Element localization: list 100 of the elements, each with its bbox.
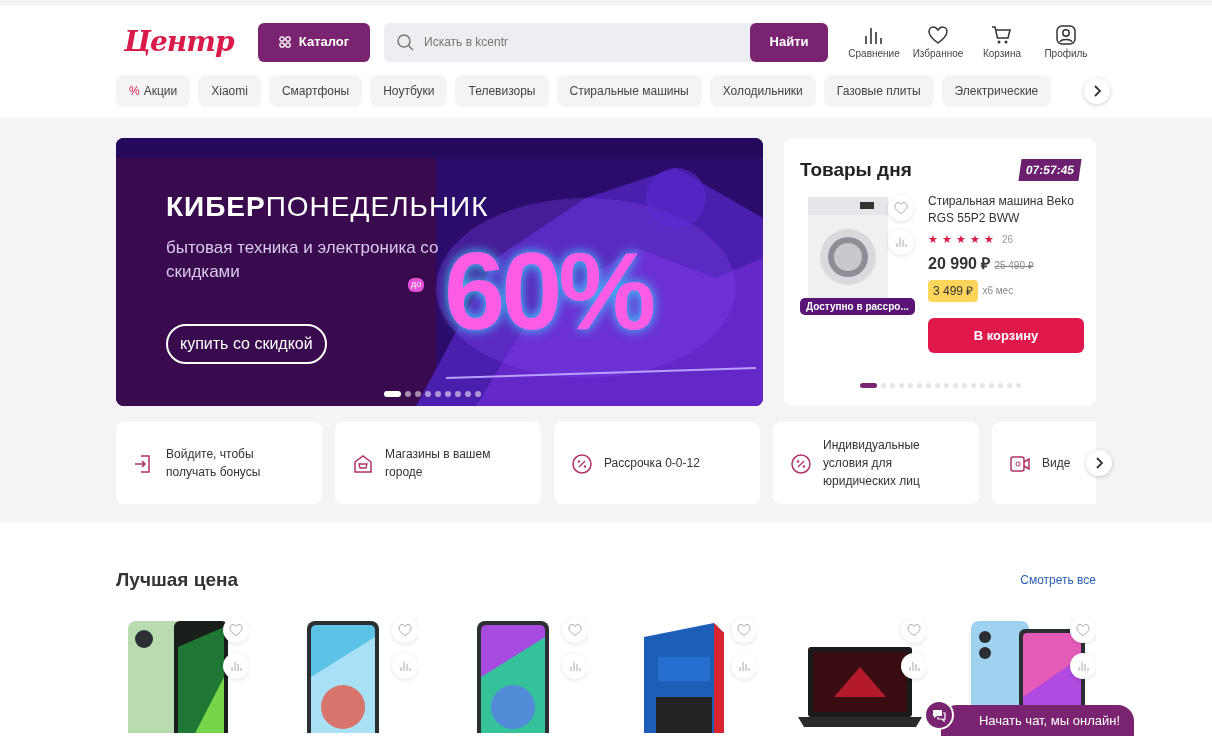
slider-dot[interactable] xyxy=(435,391,441,397)
compare-icon xyxy=(895,235,907,248)
search-button[interactable]: Найти xyxy=(750,22,828,62)
chat-button[interactable]: Начать чат, мы онлайн! xyxy=(941,704,1134,736)
category-chip[interactable]: % Акции xyxy=(116,75,191,107)
slider-dot[interactable] xyxy=(898,382,904,388)
price: 20 990 ₽ xyxy=(928,253,991,274)
header-action[interactable]: Корзина xyxy=(972,23,1032,61)
slider-dot[interactable] xyxy=(997,382,1003,388)
compare-icon xyxy=(738,659,751,672)
compare-button[interactable] xyxy=(223,652,249,679)
feature-text: Войдите, чтобы получать бонусы xyxy=(166,446,262,481)
slider-dot[interactable] xyxy=(405,391,411,397)
add-to-cart-button[interactable]: В корзину xyxy=(928,317,1084,353)
discount-prefix: до xyxy=(408,278,425,292)
slider-dot[interactable] xyxy=(445,391,451,397)
category-chip[interactable]: Xiaomi xyxy=(198,75,261,107)
grid-icon xyxy=(278,36,291,48)
installment-term: x6 мес xyxy=(982,284,1014,299)
slider-dot[interactable] xyxy=(880,382,886,388)
catalog-button[interactable]: Каталог xyxy=(258,22,370,62)
category-chip[interactable]: Ноутбуки xyxy=(370,75,448,107)
compare-icon xyxy=(568,659,581,672)
slider-dot[interactable] xyxy=(970,382,976,388)
compare-icon xyxy=(1076,659,1089,672)
compare-icon xyxy=(230,659,242,672)
profile-icon xyxy=(1055,23,1077,46)
slider-dot[interactable] xyxy=(415,391,421,397)
feature-card[interactable]: Рассрочка 0-0-12 xyxy=(554,422,760,504)
slider-dot[interactable] xyxy=(1006,382,1012,388)
star-icon: ★ xyxy=(970,231,980,248)
feature-text: Виде xyxy=(1042,455,1071,472)
see-all-link[interactable]: Смотреть все xyxy=(1020,571,1096,590)
next-button[interactable] xyxy=(1086,450,1112,476)
slider-dot[interactable] xyxy=(425,391,431,397)
feature-card[interactable]: Магазины в вашем городе xyxy=(335,422,541,504)
review-count: 26 xyxy=(1002,233,1014,248)
search-field[interactable]: Искать в kcentr Найти xyxy=(384,22,828,62)
feature-card[interactable]: Войдите, чтобы получать бонусы xyxy=(116,422,322,504)
installment-price: 3 499 ₽ xyxy=(928,279,979,302)
banner-title: КИБЕРПОНЕДЕЛЬНИК xyxy=(166,190,490,224)
star-icon: ★ xyxy=(956,231,966,248)
feature-card[interactable]: Индивидуальные условия для юридических лиц xyxy=(773,422,979,504)
section-title: Лучшая цена xyxy=(116,568,238,592)
slider-dot[interactable] xyxy=(943,382,949,388)
slider-dot[interactable] xyxy=(465,391,471,397)
category-chip[interactable]: Телевизоры xyxy=(455,75,549,107)
heart-icon xyxy=(229,622,243,637)
chat-icon xyxy=(931,707,947,723)
next-button[interactable] xyxy=(1084,78,1110,104)
slider-dot[interactable] xyxy=(907,382,913,388)
compare-icon xyxy=(399,659,412,672)
star-icon: ★ xyxy=(942,231,952,248)
heart-icon xyxy=(1075,622,1090,637)
slider-dot[interactable] xyxy=(475,391,481,397)
heart-icon xyxy=(398,622,413,637)
chip-label: Акции xyxy=(143,84,178,98)
star-icon: ★ xyxy=(928,231,938,248)
section-title: Товары дня xyxy=(800,158,912,182)
slider-dot[interactable] xyxy=(916,382,922,388)
header-action[interactable]: Профиль xyxy=(1036,23,1096,61)
heart-icon xyxy=(737,622,752,637)
countdown-timer: 07:57:45 xyxy=(1018,159,1082,182)
category-chip[interactable]: Смартфоны xyxy=(268,75,363,107)
slider-dot[interactable] xyxy=(988,382,994,388)
category-chip[interactable]: Электрические xyxy=(941,75,1052,107)
slider-dot[interactable] xyxy=(1015,382,1021,388)
heart-icon xyxy=(567,622,582,637)
installment-badge: Доступно в рассро... xyxy=(800,297,915,315)
category-chip[interactable]: Холодильники xyxy=(709,75,816,107)
header-action[interactable]: Сравнение xyxy=(844,23,904,61)
product-name[interactable]: Стиральная машина Beko RGS 55P2 BWW xyxy=(928,192,1084,228)
logo[interactable]: Центр xyxy=(116,21,242,63)
slider-dot[interactable] xyxy=(925,382,931,388)
header-action[interactable]: Избранное xyxy=(908,23,968,61)
chevron-right-icon xyxy=(1094,457,1104,469)
store-icon xyxy=(351,452,373,474)
old-price: 25 490 ₽ xyxy=(994,258,1034,273)
slider-dot[interactable] xyxy=(889,382,895,388)
feature-card[interactable]: Виде xyxy=(992,422,1096,504)
percent-icon xyxy=(570,452,592,474)
chevron-right-icon xyxy=(1092,85,1102,97)
slider-dot[interactable] xyxy=(979,382,985,388)
percent-icon xyxy=(789,452,811,474)
heart-icon xyxy=(927,23,949,46)
slider-dot[interactable] xyxy=(961,382,967,388)
favorite-button[interactable] xyxy=(223,616,249,643)
feature-text: Рассрочка 0-0-12 xyxy=(604,455,700,472)
slider-dot[interactable] xyxy=(455,391,461,397)
cart-icon xyxy=(991,23,1013,46)
feature-text: Магазины в вашем городе xyxy=(385,446,492,481)
slider-dot[interactable] xyxy=(934,382,940,388)
heart-icon xyxy=(894,200,908,215)
category-chip[interactable]: Стиральные машины xyxy=(556,75,702,107)
slider-dot[interactable] xyxy=(952,382,958,388)
category-chip[interactable]: Газовые плиты xyxy=(823,75,934,107)
compare-icon xyxy=(907,659,920,672)
banner-button[interactable]: купить со скидкой xyxy=(166,323,327,364)
star-icon: ★ xyxy=(984,231,994,248)
feature-text: Индивидуальные условия для юридических лиц xyxy=(823,437,921,490)
